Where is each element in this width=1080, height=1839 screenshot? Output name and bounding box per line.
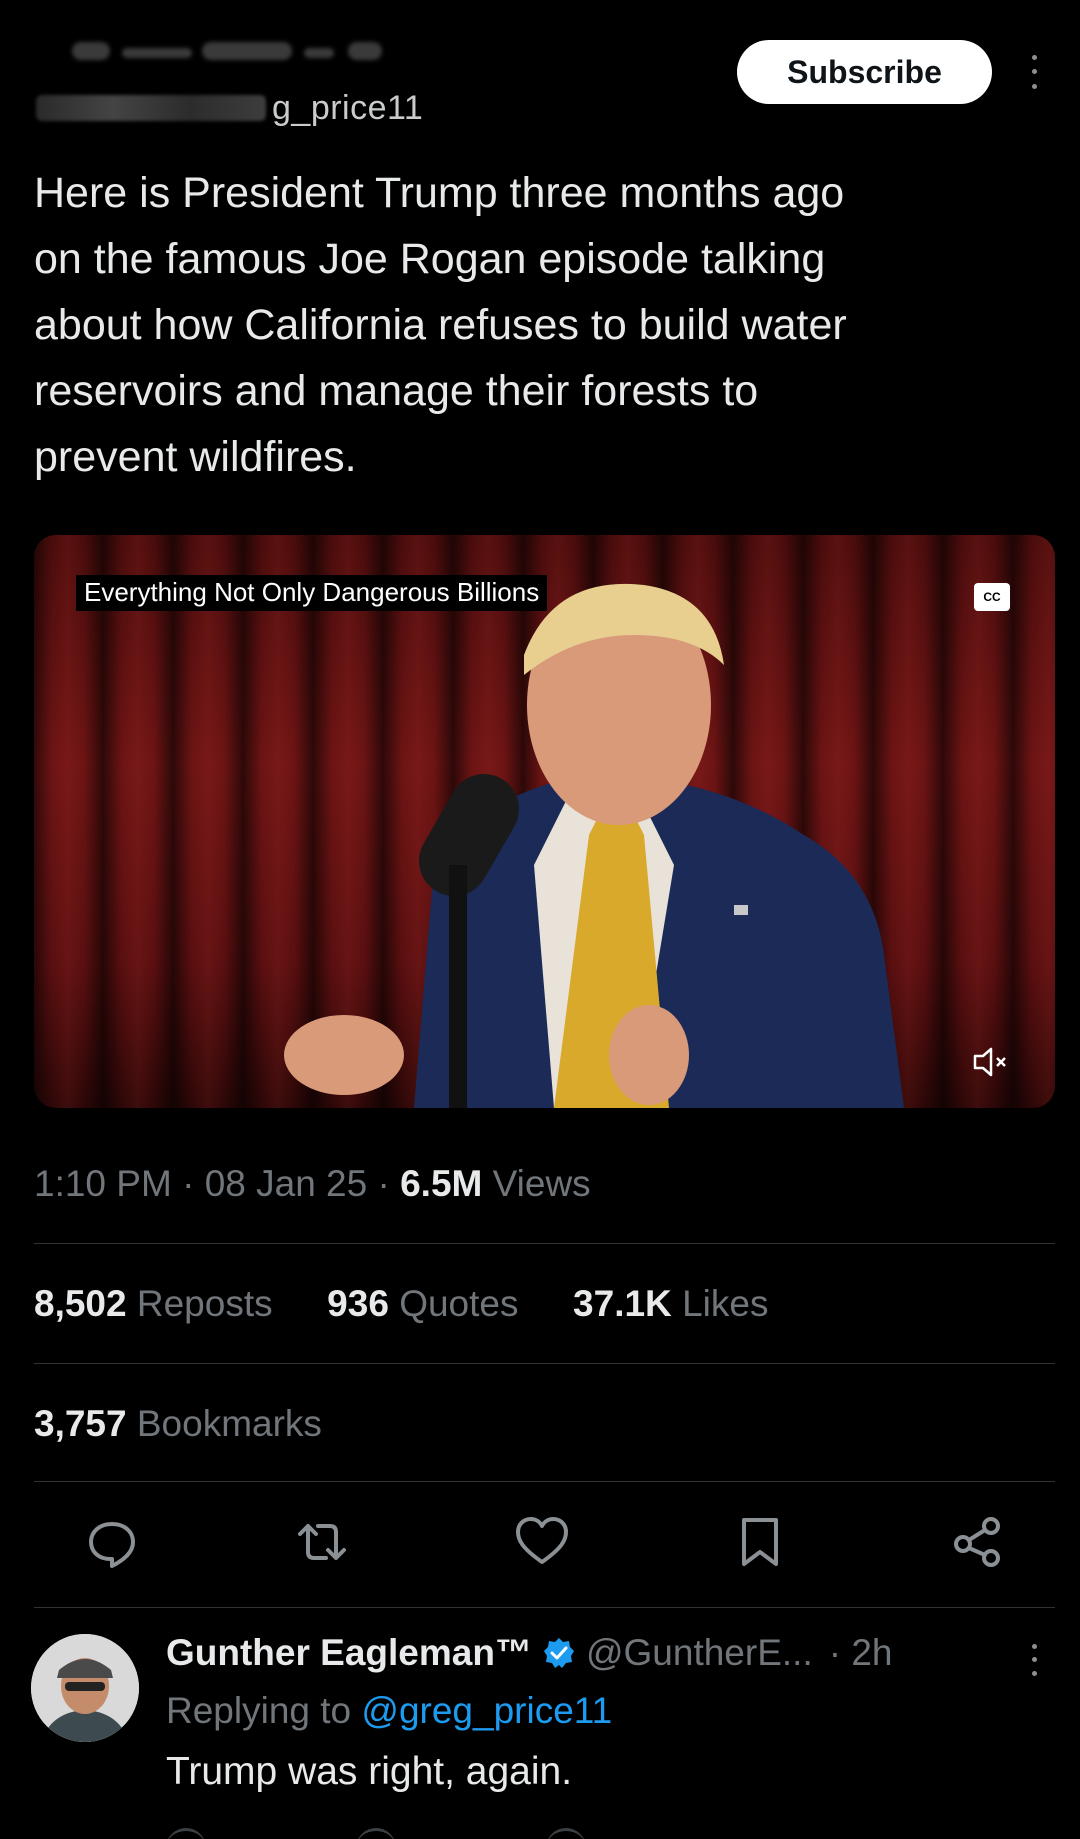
reply-author-handle[interactable]: @GuntherE...: [586, 1632, 813, 1674]
reply-icon[interactable]: [82, 1512, 142, 1572]
replying-prefix: Replying to: [166, 1690, 352, 1731]
closed-captions-button[interactable]: CC: [974, 583, 1010, 611]
divider: [34, 1363, 1055, 1364]
more-options-icon[interactable]: [1024, 50, 1044, 94]
blur-segment: [304, 48, 334, 58]
author-handle-text: g_price11: [272, 88, 424, 127]
bookmarks-count[interactable]: 3,757: [34, 1403, 127, 1444]
engagement-stats: 8,502 Reposts 936 Quotes 37.1K Likes: [34, 1283, 768, 1325]
reply-action-bar-cutoff: [166, 1828, 1026, 1839]
author-display-name-blurred[interactable]: [72, 28, 432, 78]
reposts-count[interactable]: 8,502: [34, 1283, 127, 1324]
reply-text: Trump was right, again.: [166, 1750, 573, 1793]
muted-speaker-icon[interactable]: [969, 1040, 1013, 1084]
video-caption: Everything Not Only Dangerous Billions: [76, 575, 548, 611]
separator: ·: [182, 1163, 195, 1204]
reply-author-name[interactable]: Gunther Eagleman™: [166, 1632, 532, 1674]
tweet-time[interactable]: 1:10 PM: [34, 1163, 172, 1204]
views-label: Views: [492, 1163, 591, 1204]
divider: [34, 1481, 1055, 1482]
reply-time[interactable]: · 2h: [829, 1632, 893, 1674]
like-icon[interactable]: [512, 1512, 572, 1572]
repost-icon[interactable]: [292, 1512, 352, 1572]
reply-action-edge: [546, 1828, 586, 1839]
replying-to: Replying to @greg_price11: [166, 1690, 612, 1732]
reply-action-edge: [356, 1828, 396, 1839]
blur-segment: [122, 48, 192, 58]
bookmarks-stat: 3,757 Bookmarks: [34, 1403, 322, 1445]
quotes-label[interactable]: Quotes: [399, 1283, 518, 1324]
bookmarks-label[interactable]: Bookmarks: [137, 1403, 322, 1444]
subscribe-button[interactable]: Subscribe: [737, 40, 992, 104]
likes-count[interactable]: 37.1K: [573, 1283, 672, 1324]
quotes-count[interactable]: 936: [327, 1283, 389, 1324]
tweet-header: g_price11 Subscribe: [0, 0, 1080, 150]
divider: [34, 1607, 1055, 1608]
video-player[interactable]: Everything Not Only Dangerous Billions C…: [34, 535, 1055, 1108]
views-count[interactable]: 6.5M: [400, 1163, 482, 1204]
bookmark-icon[interactable]: [730, 1512, 790, 1572]
reply-more-options-icon[interactable]: [1026, 1640, 1042, 1680]
blur-segment: [348, 42, 382, 60]
reply-header: Gunther Eagleman™ @GuntherE... · 2h: [166, 1632, 893, 1674]
author-handle[interactable]: g_price11: [36, 86, 423, 130]
divider: [34, 1243, 1055, 1244]
blur-segment: [72, 42, 110, 60]
tweet-text: Here is President Trump three months ago…: [34, 169, 847, 481]
tweet-meta: 1:10 PM · 08 Jan 25 · 6.5M Views: [34, 1163, 591, 1205]
replying-to-handle-link[interactable]: @greg_price11: [361, 1690, 612, 1731]
reposts-label[interactable]: Reposts: [137, 1283, 273, 1324]
video-frame-speaker: [284, 583, 904, 1108]
blur-segment: [202, 42, 292, 60]
handle-blurred-prefix: [36, 95, 266, 121]
reply-author-avatar[interactable]: [31, 1634, 139, 1742]
verified-badge-icon[interactable]: [542, 1636, 576, 1670]
likes-label[interactable]: Likes: [682, 1283, 768, 1324]
separator: ·: [377, 1163, 390, 1204]
reply-tweet[interactable]: Gunther Eagleman™ @GuntherE... · 2h Repl…: [0, 1610, 1080, 1839]
tweet-date[interactable]: 08 Jan 25: [205, 1163, 368, 1204]
tweet-action-bar: [0, 1512, 1080, 1582]
share-icon[interactable]: [948, 1512, 1008, 1572]
reply-action-edge: [166, 1828, 206, 1839]
